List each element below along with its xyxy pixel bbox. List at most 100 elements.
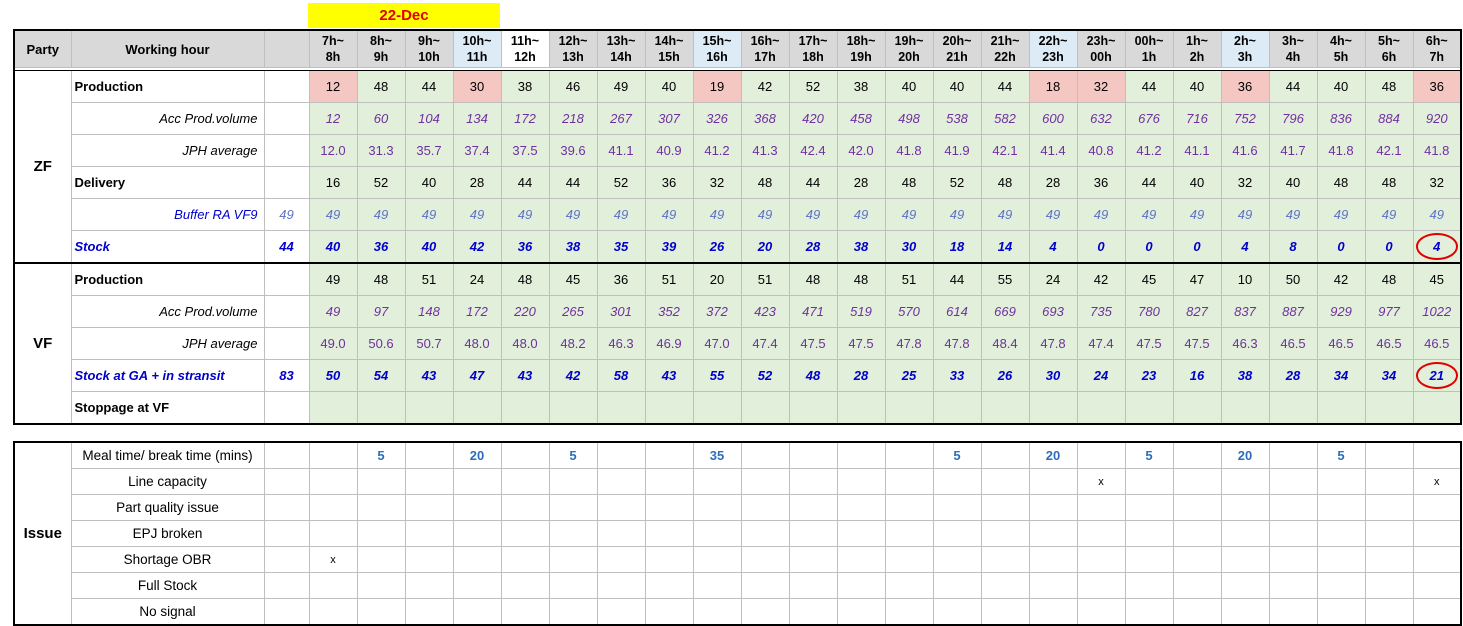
value-cell: 51 (644, 262, 694, 296)
value-cell: 134 (452, 102, 502, 135)
value-cell: 28 (836, 359, 886, 392)
value-cell: 884 (1364, 102, 1414, 135)
value-cell: 49 (404, 198, 454, 231)
issue-cell (356, 546, 406, 573)
value-cell: 752 (1220, 102, 1270, 135)
issue-cell (788, 546, 838, 573)
initial-jph (263, 327, 310, 360)
issue-cell (308, 598, 358, 626)
issue-cell (452, 520, 502, 547)
hour-start: 16h~ (750, 34, 780, 48)
issue-cell (932, 572, 982, 599)
issue-cell (1364, 598, 1414, 626)
value-cell: 48 (836, 262, 886, 296)
issue-cell (1220, 520, 1270, 547)
issue-row: Line capacity x x (14, 468, 1462, 495)
value-cell: 48 (1364, 70, 1414, 103)
issue-cell (980, 468, 1030, 495)
issue-cell (1076, 546, 1126, 573)
issue-cell (1124, 468, 1174, 495)
row-label-buffer: Buffer RA VF9 (70, 198, 265, 231)
value-cell (596, 391, 646, 425)
row-label-delivery: Delivery (70, 166, 265, 199)
issue-cell (692, 598, 742, 626)
issue-cell (1364, 572, 1414, 599)
value-cell (932, 391, 982, 425)
value-cell: 0 (1076, 230, 1126, 264)
issue-cell (836, 520, 886, 547)
issue-cell (452, 598, 502, 626)
hour-end: 16h (706, 50, 728, 64)
value-cell: 46.3 (1220, 327, 1270, 360)
issue-cell (980, 520, 1030, 547)
issue-cell (884, 468, 934, 495)
issue-cell (308, 520, 358, 547)
value-cell: 46.5 (1268, 327, 1318, 360)
issue-cell (884, 546, 934, 573)
value-cell: 60 (356, 102, 406, 135)
value-cell: 39 (644, 230, 694, 264)
value-cell: 735 (1076, 295, 1126, 328)
issue-cell (548, 572, 598, 599)
issue-cell: 20 (1220, 441, 1270, 469)
value-cell: 836 (1316, 102, 1366, 135)
value-cell: 49 (788, 198, 838, 231)
row-zf-stock: Stock 44 40 36 40 42 36 38 35 39 26 20 28 38 30 18 14 4 0 0… (14, 230, 1462, 264)
hour-start: 20h~ (942, 34, 972, 48)
issue-label: EPJ broken (70, 520, 265, 547)
header-hour: 19h~ 20h (884, 29, 934, 68)
value-cell: 40.9 (644, 134, 694, 167)
value-cell: 40 (1316, 70, 1366, 103)
value-cell: 18 (932, 230, 982, 264)
issue-cell (692, 572, 742, 599)
issue-cell (1268, 546, 1318, 573)
value-cell: 35 (596, 230, 646, 264)
row-vf-stock: Stock at GA + in stransit 83 50 54 43 47 43 42 5… (14, 359, 1462, 392)
row-zf-delivery: Delivery 16 52 40 28 44 44 52 36 32 48 44 28 48 52 48 28… (14, 166, 1462, 199)
issue-initial (263, 546, 310, 573)
issue-cell (1076, 572, 1126, 599)
issue-cell (1364, 546, 1414, 573)
value-cell: 46.5 (1364, 327, 1414, 360)
value-cell: 49 (1364, 198, 1414, 231)
value-cell: 58 (596, 359, 646, 392)
hour-start: 14h~ (654, 34, 684, 48)
value-cell: 368 (740, 102, 790, 135)
issue-cell (1220, 468, 1270, 495)
issue-cell: 5 (1316, 441, 1366, 469)
value-cell: 49 (1172, 198, 1222, 231)
hour-end: 20h (898, 50, 920, 64)
value-cell: 52 (740, 359, 790, 392)
hour-end: 22h (994, 50, 1016, 64)
value-cell: 18 (1028, 70, 1078, 103)
value-cell: 47.4 (740, 327, 790, 360)
issue-cell (740, 441, 790, 469)
hour-end: 18h (802, 50, 824, 64)
value-cell: 887 (1268, 295, 1318, 328)
hour-end: 4h (1285, 50, 1301, 64)
initial-production (263, 262, 310, 296)
header-hour: 8h~ 9h (356, 29, 406, 68)
value-cell: 44 (404, 70, 454, 103)
hour-start: 6h~ (1425, 34, 1448, 48)
value-cell: 4 (1412, 230, 1462, 264)
value-cell: 538 (932, 102, 982, 135)
header-hour: 20h~ 21h (932, 29, 982, 68)
value-cell (1364, 391, 1414, 425)
value-cell (1076, 391, 1126, 425)
row-label-production: Production (70, 262, 265, 296)
value-cell: 97 (356, 295, 406, 328)
hour-start: 10h~ (462, 34, 492, 48)
value-cell (308, 391, 358, 425)
issue-cell (788, 441, 838, 469)
value-cell: 31.3 (356, 134, 406, 167)
value-cell: 48 (740, 166, 790, 199)
issue-cell (884, 520, 934, 547)
header-hour: 1h~ 2h (1172, 29, 1222, 68)
value-cell: 49 (932, 198, 982, 231)
value-cell: 23 (1124, 359, 1174, 392)
value-cell: 676 (1124, 102, 1174, 135)
issue-cell (932, 598, 982, 626)
header-hour: 17h~ 18h (788, 29, 838, 68)
value-cell (980, 391, 1030, 425)
